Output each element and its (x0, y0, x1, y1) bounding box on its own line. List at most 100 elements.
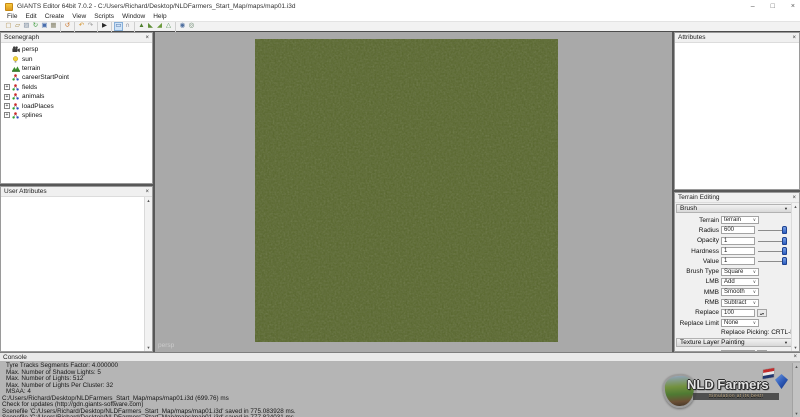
rotate-tool-button[interactable]: ∩ (123, 22, 132, 31)
rmb-select[interactable]: Subtract ∨ (721, 299, 759, 307)
viewport-3d[interactable]: persp (155, 32, 672, 352)
terrain-surface[interactable] (255, 39, 558, 342)
rmb-value: Subtract (724, 300, 746, 306)
terrain-select[interactable]: terrain ∨ (721, 216, 759, 224)
terrain-sculpt-button[interactable]: ▲ (137, 22, 146, 31)
close-button[interactable]: × (791, 3, 795, 10)
texture-layer-section-header[interactable]: Texture Layer Painting ▼ (676, 338, 798, 347)
tree-item-sun[interactable]: sun (2, 54, 151, 63)
minimize-button[interactable]: – (751, 3, 755, 10)
tree-item-animals[interactable]: + animals (2, 92, 151, 101)
radius-slider[interactable] (758, 226, 790, 234)
replace-picking-note: Replace Picking: CRTL-R (675, 328, 799, 337)
toolbar-file-group: ▢ ▱ ▨ ↻ ▣ ▦ (2, 22, 61, 32)
terrain-editing-panel: Terrain Editing × Brush ▼ Terrain terrai… (674, 192, 800, 352)
brush-type-value: Square (724, 269, 743, 275)
terrain-editing-scrollbar[interactable]: ▲ ▼ (791, 203, 799, 351)
terrain-editing-header: Terrain Editing × (675, 193, 799, 203)
menu-help[interactable]: Help (149, 13, 170, 21)
expand-icon[interactable]: + (4, 84, 10, 90)
scroll-up-icon[interactable]: ▲ (792, 203, 799, 210)
toolbar-terrain-group: ▲ ◣ ◢ △ (135, 22, 176, 32)
replace-limit-select[interactable]: None ∨ (721, 319, 759, 327)
translate-tool-button[interactable]: ▭ (114, 22, 123, 31)
mmb-select[interactable]: Smooth ∨ (721, 288, 759, 296)
expand-icon[interactable]: + (4, 94, 10, 100)
expand-icon[interactable]: + (4, 103, 10, 109)
attributes-title: Attributes (678, 34, 705, 41)
save-button[interactable]: ▣ (40, 22, 49, 31)
play-button[interactable]: ▶ (100, 22, 109, 31)
terrain-editing-close-icon[interactable]: × (792, 195, 796, 201)
open-file-button[interactable]: ▱ (13, 22, 22, 31)
console-panel: Console × Tyre Tracks Segments Factor: 4… (0, 352, 800, 417)
radius-input[interactable]: 600 (721, 226, 755, 234)
scenegraph-close-icon[interactable]: × (145, 35, 149, 41)
menu-view[interactable]: View (68, 13, 90, 21)
hardness-slider[interactable] (758, 247, 790, 255)
tree-item-careerStartPoint[interactable]: careerStartPoint (2, 73, 151, 82)
maximize-button[interactable]: □ (771, 3, 775, 10)
slider-handle[interactable] (782, 237, 787, 245)
console-scrollbar[interactable]: ▲ ▼ (792, 363, 800, 417)
terrain-paint-button[interactable]: ◣ (146, 22, 155, 31)
revert-button[interactable]: ↺ (63, 22, 72, 31)
menu-file[interactable]: File (3, 13, 21, 21)
reload-textures-button[interactable]: ◉ (178, 22, 187, 31)
reload-shaders-button[interactable]: ◎ (187, 22, 196, 31)
radius-row: Radius 600 (675, 225, 799, 235)
user-attributes-close-icon[interactable]: × (145, 189, 149, 195)
tree-item-terrain[interactable]: terrain (2, 64, 151, 73)
slider-handle[interactable] (782, 257, 787, 265)
scroll-up-icon[interactable]: ▲ (793, 363, 800, 370)
menu-window[interactable]: Window (118, 13, 149, 21)
replace-limit-value: None (724, 320, 738, 326)
spinner-icon[interactable]: ▴▾ (757, 350, 767, 351)
reload-scene-button[interactable]: ↻ (31, 22, 40, 31)
scroll-down-icon[interactable]: ▼ (145, 344, 152, 351)
console-close-icon[interactable]: × (793, 354, 797, 360)
terrain-detail-button[interactable]: △ (164, 22, 173, 31)
terrain-label: Terrain (675, 217, 719, 224)
replace-label: Replace (675, 309, 719, 316)
foliage-paint-button[interactable]: ◢ (155, 22, 164, 31)
undo-button[interactable]: ↶ (77, 22, 86, 31)
brush-type-select[interactable]: Square ∨ (721, 268, 759, 276)
toolbar: ▢ ▱ ▨ ↻ ▣ ▦ ↺ ↶ ↷ ▶ ▭ ∩ ▲ ◣ ◢ △ ◉ ◎ (0, 21, 800, 31)
lmb-select[interactable]: Add ∨ (721, 278, 759, 286)
slope-limit-start-input[interactable]: 0 (721, 350, 755, 351)
slider-handle[interactable] (782, 247, 787, 255)
opacity-slider[interactable] (758, 237, 790, 245)
value-input[interactable]: 1 (721, 257, 755, 265)
menu-create[interactable]: Create (41, 13, 69, 21)
transform-group-icon (12, 111, 20, 119)
tree-item-fields[interactable]: + fields (2, 83, 151, 92)
tree-item-persp[interactable]: persp (2, 45, 151, 54)
expand-icon[interactable]: + (4, 112, 10, 118)
scenegraph-header: Scenegraph × (1, 33, 152, 43)
value-label: Value (675, 258, 719, 265)
brush-section-header[interactable]: Brush ▼ (676, 204, 798, 213)
tree-item-splines[interactable]: + splines (2, 111, 151, 120)
hardness-input[interactable]: 1 (721, 247, 755, 255)
attributes-close-icon[interactable]: × (792, 35, 796, 41)
import-button[interactable]: ▨ (22, 22, 31, 31)
value-slider[interactable] (758, 257, 790, 265)
slider-handle[interactable] (782, 226, 787, 234)
mmb-value: Smooth (724, 289, 745, 295)
menu-scripts[interactable]: Scripts (90, 13, 118, 21)
spinner-icon[interactable]: ▴▾ (757, 309, 767, 317)
scroll-down-icon[interactable]: ▼ (793, 410, 800, 417)
user-attributes-scrollbar[interactable]: ▲ ▼ (144, 197, 152, 351)
scroll-down-icon[interactable]: ▼ (792, 344, 799, 351)
tree-item-loadPlaces[interactable]: + loadPlaces (2, 101, 151, 110)
blue-gem-icon (775, 374, 788, 389)
new-file-button[interactable]: ▢ (4, 22, 13, 31)
opacity-input[interactable]: 1 (721, 237, 755, 245)
scroll-up-icon[interactable]: ▲ (145, 197, 152, 204)
menu-edit[interactable]: Edit (21, 13, 40, 21)
texture-layer-section-title: Texture Layer Painting (680, 339, 745, 346)
redo-button[interactable]: ↷ (86, 22, 95, 31)
export-button[interactable]: ▦ (49, 22, 58, 31)
replace-input[interactable]: 100 (721, 309, 755, 317)
